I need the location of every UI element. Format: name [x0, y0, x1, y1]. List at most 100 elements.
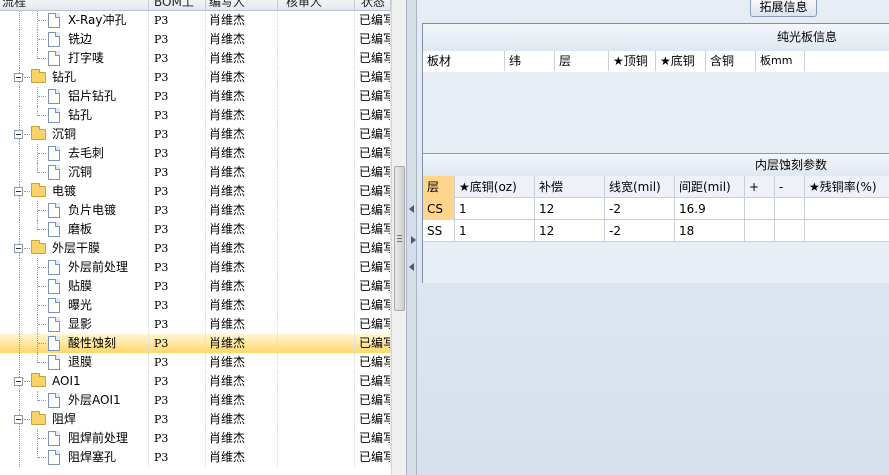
tree-row[interactable]: 沉铜 P3肖维杰 已编写 [0, 163, 391, 182]
extended-info-content: 纯光板信息 板材纬层 ★顶铜 ★底铜 含铜 板mm 内层蚀刻参数 层 ★底铜(oz) 补偿线… [422, 23, 889, 283]
inner-etch-cell[interactable]: 1 [455, 220, 535, 242]
inner-etch-cell[interactable] [805, 220, 889, 242]
column-header-status[interactable]: 状态 [355, 0, 391, 11]
inner-etch-cell[interactable] [745, 220, 775, 242]
inner-etch-column-header[interactable]: 补偿 [535, 176, 605, 198]
collapse-toggle-icon[interactable] [14, 244, 23, 253]
inner-etch-cell[interactable]: SS [423, 220, 455, 242]
tree-item-label: 显影 [68, 317, 93, 331]
bom-cell: P3 [149, 87, 206, 106]
inner-etch-column-header[interactable]: ★底铜(oz) [455, 176, 535, 198]
inner-etch-cell[interactable] [805, 198, 889, 220]
collapse-left-arrow-icon[interactable] [409, 205, 414, 213]
collapse-left-arrow-icon-2[interactable] [409, 263, 414, 271]
process-tree-grid[interactable]: 流程 BOM工 编写人 核审人 状态 X-Ray冲孔P3肖维杰已编写铣边P3肖维… [0, 0, 391, 475]
tree-row[interactable]: 曝光 P3肖维杰 已编写 [0, 296, 391, 315]
tree-row[interactable]: 磨板 P3肖维杰 已编写 [0, 220, 391, 239]
status-cell: 已编写 [355, 391, 391, 410]
inner-etch-cell[interactable]: 18 [675, 220, 745, 242]
column-header-bom[interactable]: BOM工 [149, 0, 206, 11]
tree-row[interactable]: 退膜 P3肖维杰 已编写 [0, 353, 391, 372]
tree-group-row[interactable]: 外层干膜 P3肖维杰 已编写 [0, 239, 391, 258]
bom-cell: P3 [149, 410, 206, 429]
bom-cell: P3 [149, 258, 206, 277]
grid-header: 流程 BOM工 编写人 核审人 状态 [0, 0, 391, 11]
reviewer-cell [278, 372, 355, 391]
tree-row[interactable]: 打字唛 P3肖维杰 已编写 [0, 49, 391, 68]
tree-row[interactable]: 外层AOI1 P3肖维杰 已编写 [0, 391, 391, 410]
tree-row[interactable]: 铣边 P3肖维杰 已编写 [0, 30, 391, 49]
tree-vertical-scrollbar[interactable] [391, 0, 406, 475]
tree-row[interactable]: 酸性蚀刻 P3肖维杰 已编写 [0, 334, 391, 353]
author-cell: 肖维杰 [206, 163, 278, 182]
inner-etch-column-header[interactable]: 线宽(mil) [605, 176, 675, 198]
inner-etch-cell[interactable]: -2 [605, 220, 675, 242]
plain-board-column-header[interactable]: 含铜 [706, 51, 756, 71]
tree-row[interactable]: 去毛刺 P3肖维杰 已编写 [0, 144, 391, 163]
inner-etch-column-header[interactable]: - [775, 176, 805, 198]
inner-etch-cell[interactable]: -2 [605, 198, 675, 220]
bom-cell: P3 [149, 372, 206, 391]
plain-board-column-header[interactable]: 板材 [423, 51, 505, 71]
document-icon [48, 431, 60, 446]
plain-board-column-header[interactable]: 层 [555, 51, 609, 71]
collapse-toggle-icon[interactable] [14, 415, 23, 424]
inner-etch-cell[interactable]: 16.9 [675, 198, 745, 220]
tree-row[interactable]: 钻孔 P3肖维杰 已编写 [0, 106, 391, 125]
plain-board-grid-body[interactable] [423, 72, 889, 153]
reviewer-cell [278, 258, 355, 277]
reviewer-cell [278, 182, 355, 201]
tree-item-label: 外层干膜 [52, 241, 101, 255]
tree-row[interactable]: X-Ray冲孔 P3肖维杰 已编写 [0, 11, 391, 30]
plain-board-column-header[interactable]: 纬 [505, 51, 555, 71]
tree-item-label: 钻孔 [68, 108, 93, 122]
inner-etch-cell[interactable]: CS [423, 198, 455, 220]
inner-etch-cell[interactable]: 12 [535, 198, 605, 220]
inner-etch-column-header[interactable]: 间距(mil) [675, 176, 745, 198]
tree-row[interactable]: 阻焊塞孔 P3肖维杰 已编写 [0, 448, 391, 467]
tree-group-row[interactable]: 电镀 P3肖维杰 已编写 [0, 182, 391, 201]
reviewer-cell [278, 163, 355, 182]
collapse-toggle-icon[interactable] [14, 130, 23, 139]
document-icon [48, 13, 60, 28]
tree-row[interactable]: 贴膜 P3肖维杰 已编写 [0, 277, 391, 296]
tree-row[interactable]: 阻焊前处理 P3肖维杰 已编写 [0, 429, 391, 448]
inner-etch-column-header[interactable]: 层 [423, 176, 455, 198]
inner-etch-column-header[interactable]: + [745, 176, 775, 198]
inner-etch-cell[interactable] [775, 198, 805, 220]
process-name-cell: 外层干膜 [0, 239, 149, 258]
inner-etch-grid-body[interactable] [423, 242, 889, 283]
inner-etch-cell[interactable]: 1 [455, 198, 535, 220]
tree-row[interactable]: 负片电镀 P3肖维杰 已编写 [0, 201, 391, 220]
tree-group-row[interactable]: 阻焊 P3肖维杰 已编写 [0, 410, 391, 429]
author-cell: 肖维杰 [206, 429, 278, 448]
tab-extended-info[interactable]: 拓展信息 [750, 0, 817, 17]
inner-etch-column-header[interactable]: ★残铜率(%) [805, 176, 889, 198]
tree-group-row[interactable]: 钻孔 P3肖维杰 已编写 [0, 68, 391, 87]
collapse-right-arrow-icon[interactable] [411, 236, 416, 244]
column-header-process[interactable]: 流程 [0, 0, 149, 11]
plain-board-column-header[interactable]: ★底铜 [656, 51, 706, 71]
inner-etch-cell[interactable] [775, 220, 805, 242]
collapse-toggle-icon[interactable] [14, 73, 23, 82]
tree-row[interactable]: 铝片钻孔 P3肖维杰 已编写 [0, 87, 391, 106]
bom-cell: P3 [149, 391, 206, 410]
tree-row[interactable]: 显影 P3肖维杰 已编写 [0, 315, 391, 334]
tree-row[interactable]: 外层前处理 P3肖维杰 已编写 [0, 258, 391, 277]
column-header-author[interactable]: 编写人 [206, 0, 278, 11]
inner-etch-row[interactable]: CS 1 12 -2 16.9 [423, 198, 889, 220]
reviewer-cell [278, 11, 355, 30]
panel-splitter[interactable] [406, 0, 417, 475]
collapse-toggle-icon[interactable] [14, 187, 23, 196]
inner-etch-cell[interactable]: 12 [535, 220, 605, 242]
collapse-toggle-icon[interactable] [14, 377, 23, 386]
inner-etch-cell[interactable] [745, 198, 775, 220]
plain-board-column-header[interactable]: 板mm [756, 51, 805, 71]
inner-etch-row[interactable]: SS 1 12 -2 18 [423, 220, 889, 242]
tree-item-label: AOI1 [52, 374, 81, 388]
column-header-reviewer[interactable]: 核审人 [278, 0, 355, 11]
tree-group-row[interactable]: AOI1 P3肖维杰 已编写 [0, 372, 391, 391]
scrollbar-thumb[interactable] [394, 166, 405, 311]
plain-board-column-header[interactable]: ★顶铜 [609, 51, 656, 71]
tree-group-row[interactable]: 沉铜 P3肖维杰 已编写 [0, 125, 391, 144]
